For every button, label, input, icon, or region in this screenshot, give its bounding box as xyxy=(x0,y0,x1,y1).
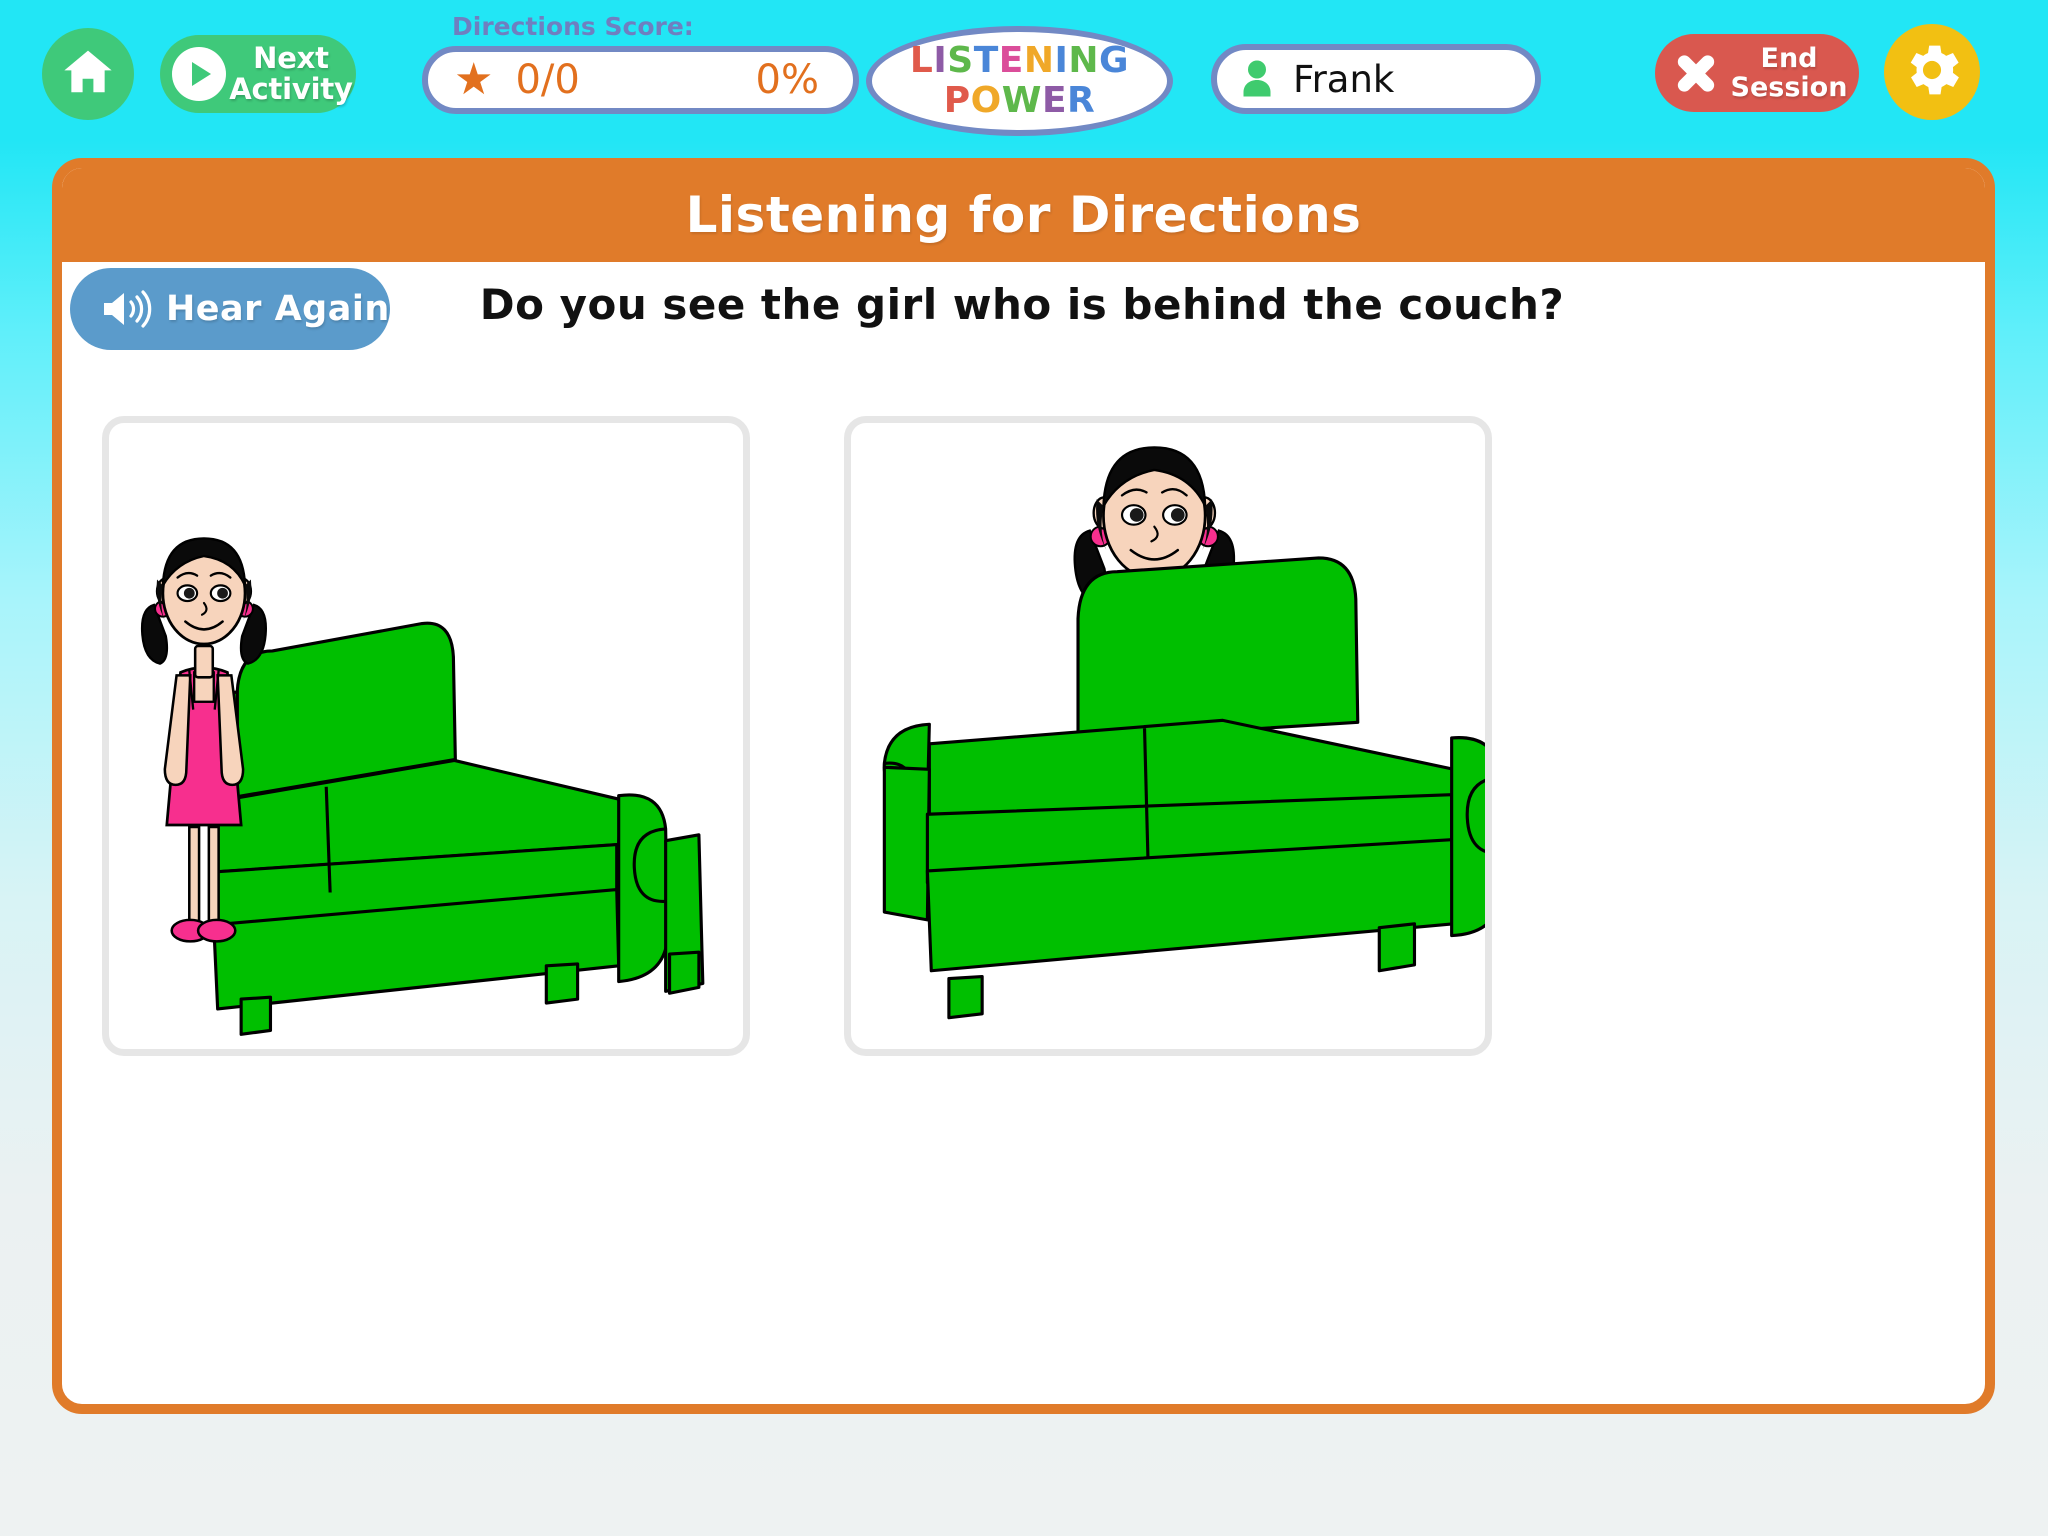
logo-letter: R xyxy=(1067,80,1096,121)
logo-line-1: LISTENING xyxy=(910,41,1129,81)
logo-letter: P xyxy=(943,80,971,121)
page-title: Listening for Directions xyxy=(62,168,1985,262)
question-text: Do you see the girl who is behind the co… xyxy=(479,280,1565,329)
logo-letter: W xyxy=(1001,80,1042,121)
user-icon xyxy=(1239,59,1275,99)
score-caption: Directions Score: xyxy=(452,12,694,41)
logo-letter: I xyxy=(933,40,948,81)
logo-letter: E xyxy=(1041,80,1068,121)
listening-power-logo: LISTENING POWER xyxy=(866,26,1173,136)
logo-letter: O xyxy=(970,80,1002,121)
illustration-girl-beside-couch xyxy=(140,537,705,1036)
activity-panel: Listening for Directions Hear Again Do y… xyxy=(52,158,1995,1414)
user-name: Frank xyxy=(1293,57,1395,101)
logo-letter: G xyxy=(1099,40,1130,81)
hear-again-button[interactable]: Hear Again xyxy=(70,268,390,350)
settings-button[interactable] xyxy=(1884,24,1980,120)
hear-again-label: Hear Again xyxy=(166,289,390,329)
logo-line-2: POWER xyxy=(944,81,1096,121)
close-icon xyxy=(1673,50,1719,96)
home-icon xyxy=(61,45,115,103)
logo-letter: I xyxy=(1054,40,1069,81)
end-session-label: End Session xyxy=(1730,43,1848,103)
next-activity-button[interactable]: Next Activity xyxy=(160,35,356,113)
star-icon: ★ xyxy=(454,54,494,105)
end-session-button[interactable]: End Session xyxy=(1655,34,1859,112)
logo-letter: S xyxy=(947,40,974,81)
logo-letter: L xyxy=(909,40,934,81)
play-icon xyxy=(172,47,226,101)
user-selector[interactable]: Frank xyxy=(1211,44,1541,114)
logo-letter: E xyxy=(998,40,1024,81)
home-button[interactable] xyxy=(42,28,134,120)
score-percent: 0% xyxy=(755,57,819,103)
directions-score-box: ★ 0/0 0% xyxy=(422,46,859,114)
answer-card-right[interactable] xyxy=(844,416,1492,1056)
answer-card-left[interactable] xyxy=(102,416,750,1056)
logo-letter: N xyxy=(1068,40,1100,81)
next-activity-label: Next Activity xyxy=(229,41,353,106)
speaker-icon xyxy=(98,287,154,331)
logo-letter: N xyxy=(1023,40,1055,81)
logo-letter: T xyxy=(973,40,999,81)
gear-icon xyxy=(1898,36,1966,108)
illustration-girl-behind-couch xyxy=(882,446,1485,1020)
score-fraction: 0/0 xyxy=(515,57,580,103)
top-toolbar: Next Activity Directions Score: ★ 0/0 0%… xyxy=(0,0,2048,140)
